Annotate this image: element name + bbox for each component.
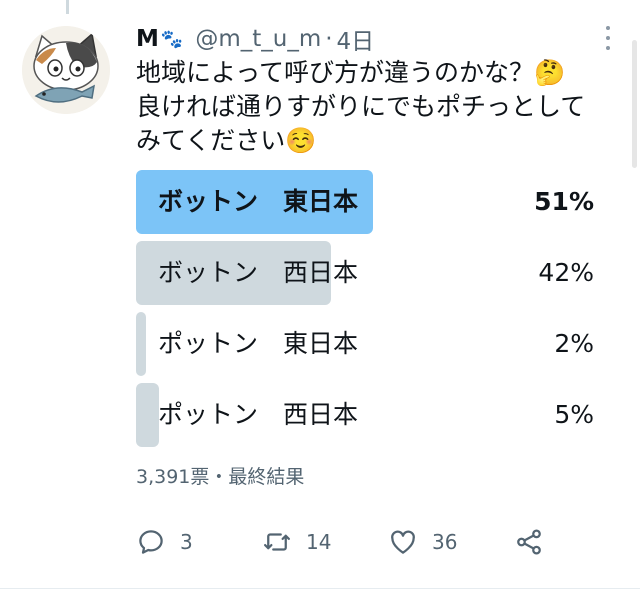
scrollbar[interactable] xyxy=(632,40,637,168)
avatar[interactable] xyxy=(22,26,110,114)
poll-meta: 3,391票・最終結果 xyxy=(136,466,305,488)
like-count: 36 xyxy=(432,530,458,554)
poll-option: ボットン 西日本 42% xyxy=(136,241,600,305)
retweet-icon xyxy=(264,533,290,551)
poll: ボットン 東日本 51% ボットン 西日本 42% ポットン 東日本 2% ポッ… xyxy=(136,170,600,454)
thread-line xyxy=(66,0,69,14)
action-bar: 3 14 36 xyxy=(136,520,556,564)
reply-count: 3 xyxy=(180,530,193,554)
retweet-count: 14 xyxy=(306,530,332,554)
separator: · xyxy=(325,26,333,52)
timestamp[interactable]: 4日 xyxy=(337,22,375,56)
divider xyxy=(0,588,640,589)
display-name[interactable]: M xyxy=(136,26,159,52)
poll-option-percent: 51% xyxy=(534,187,594,216)
poll-option-bar xyxy=(136,383,159,447)
like-icon xyxy=(391,530,415,554)
poll-option-label: ポットン 東日本 xyxy=(158,329,359,358)
poll-option-percent: 2% xyxy=(554,329,594,358)
poll-option-percent: 42% xyxy=(538,258,594,287)
poll-option: ポットン 東日本 2% xyxy=(136,312,600,376)
share-icon xyxy=(517,529,541,555)
poll-option-percent: 5% xyxy=(554,400,594,429)
share-button[interactable] xyxy=(514,520,544,564)
like-button[interactable]: 36 xyxy=(388,520,457,564)
retweet-button[interactable]: 14 xyxy=(262,520,331,564)
poll-option-label: ボットン 西日本 xyxy=(158,258,359,287)
user-handle[interactable]: @m_t_u_m xyxy=(195,26,321,52)
tweet-text: 地域によって呼び方が違うのかな？🤔 良ければ通りすがりにでもポチっとして みてく… xyxy=(136,58,586,155)
poll-option: ポットン 西日本 5% xyxy=(136,383,600,447)
poll-option-label: ボットン 東日本 xyxy=(158,187,359,216)
cat-avatar-illustration xyxy=(22,26,110,114)
paw-icon: 🐾 xyxy=(160,28,184,50)
reply-button[interactable]: 3 xyxy=(136,520,193,564)
tweet-header: M 🐾 @m_t_u_m · 4日 xyxy=(136,22,374,56)
poll-option-bar xyxy=(136,312,146,376)
poll-option: ボットン 東日本 51% xyxy=(136,170,600,234)
poll-option-label: ポットン 西日本 xyxy=(158,400,359,429)
more-icon[interactable] xyxy=(604,26,612,50)
reply-icon xyxy=(139,530,163,554)
